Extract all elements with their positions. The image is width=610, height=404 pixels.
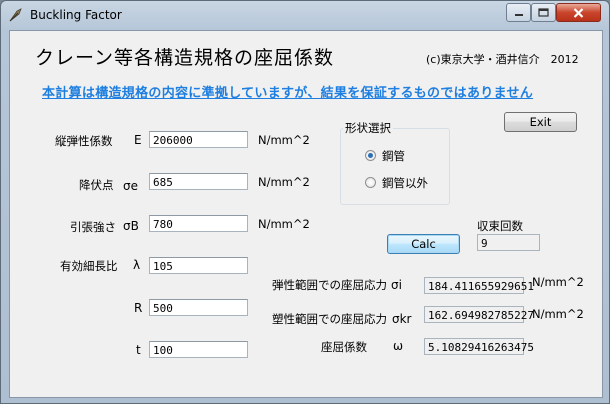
non-steel-pipe-label: 鋼管以外	[382, 176, 428, 190]
plastic-buckling-stress-label: 塑性範囲での座屈応力	[272, 312, 387, 326]
minimize-icon	[514, 13, 523, 16]
elastic-modulus-input[interactable]: 206000	[149, 131, 248, 148]
slenderness-ratio-label: 有効細長比	[60, 259, 118, 273]
exit-button[interactable]: Exit	[504, 112, 577, 132]
tensile-strength-unit: N/mm^2	[258, 217, 310, 231]
elastic-buckling-stress-symbol: σi	[391, 278, 402, 292]
feather-app-icon	[9, 8, 22, 22]
buckling-factor-field: 5.10829416263475	[424, 338, 534, 355]
minimize-button[interactable]	[506, 3, 531, 22]
elastic-buckling-stress-field: 184.411655929651	[424, 277, 534, 294]
form-body: クレーン等各構造規格の座屈係数 (c)東京大学・酒井信介 2012 本計算は構造…	[9, 30, 603, 398]
elastic-modulus-unit: N/mm^2	[258, 133, 310, 147]
plastic-buckling-stress-unit: N/mm^2	[532, 307, 584, 321]
elastic-buckling-stress-unit: N/mm^2	[532, 275, 584, 289]
shape-group-label: 形状選択	[343, 120, 393, 136]
copyright-text: (c)東京大学・酒井信介 2012	[426, 53, 579, 66]
buckling-factor-label: 座屈係数	[321, 340, 367, 354]
slenderness-ratio-symbol: λ	[133, 258, 141, 272]
yield-point-unit: N/mm^2	[258, 175, 310, 189]
radius-symbol: R	[134, 301, 143, 315]
slenderness-ratio-input[interactable]: 105	[149, 257, 248, 274]
convergence-label: 収束回数	[477, 219, 523, 233]
buckling-factor-symbol: ω	[393, 339, 404, 353]
non-steel-pipe-radio[interactable]	[365, 177, 376, 188]
steel-pipe-label: 鋼管	[382, 149, 405, 163]
close-button[interactable]	[556, 3, 601, 22]
maximize-button[interactable]	[531, 3, 556, 22]
plastic-buckling-stress-symbol: σkr	[392, 312, 412, 326]
thickness-input[interactable]: 100	[149, 341, 248, 358]
yield-point-symbol: σe	[123, 179, 138, 193]
disclaimer-link[interactable]: 本計算は構造規格の内容に準拠していますが、結果を保証するものではありません	[42, 82, 533, 101]
calc-button[interactable]: Calc	[387, 234, 460, 254]
radio-selected-dot	[368, 153, 373, 158]
window-title: Buckling Factor	[30, 8, 122, 22]
yield-point-input[interactable]: 685	[149, 173, 248, 190]
app-window: Buckling Factor クレーン等各構造規格の座屈係数 (c)東京大学・…	[0, 0, 610, 404]
tensile-strength-label: 引張強さ	[70, 220, 116, 234]
tensile-strength-symbol: σB	[123, 219, 139, 233]
elastic-buckling-stress-label: 弾性範囲での座屈応力	[272, 278, 387, 292]
steel-pipe-radio[interactable]	[365, 150, 376, 161]
tensile-strength-input[interactable]: 780	[149, 215, 248, 232]
close-icon	[573, 7, 584, 18]
convergence-count-field: 9	[477, 234, 540, 251]
shape-group-box	[340, 128, 450, 205]
yield-point-label: 降伏点	[79, 178, 114, 192]
radius-input[interactable]: 500	[149, 299, 248, 316]
title-bar[interactable]: Buckling Factor	[1, 1, 609, 29]
maximize-icon	[538, 8, 549, 17]
plastic-buckling-stress-field: 162.694982785227	[424, 306, 534, 323]
thickness-symbol: t	[136, 343, 141, 357]
page-heading: クレーン等各構造規格の座屈係数	[35, 47, 335, 69]
elastic-modulus-symbol: E	[134, 133, 142, 147]
elastic-modulus-label: 縦弾性係数	[55, 134, 113, 148]
